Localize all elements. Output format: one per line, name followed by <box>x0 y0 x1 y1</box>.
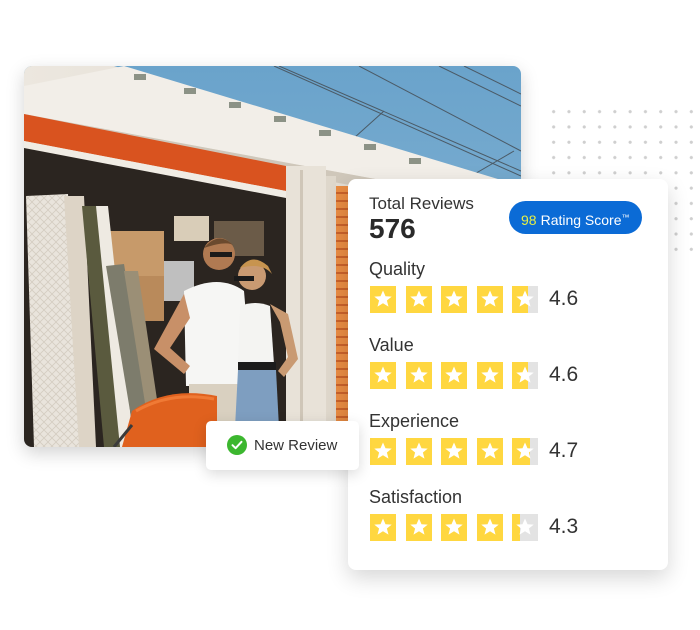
rating-value: 4.6 <box>549 287 579 310</box>
star-icon <box>405 286 432 313</box>
star-glyph <box>409 290 428 307</box>
star-icon <box>512 514 538 541</box>
star-icon <box>370 286 396 313</box>
rating-row-value: Value 4.6 <box>369 335 649 395</box>
star-icon <box>441 286 467 313</box>
star-glyph <box>374 442 392 459</box>
star-glyph <box>480 442 499 459</box>
star-glyph <box>409 366 428 383</box>
rating-value: 4.6 <box>549 363 579 386</box>
star-glyph <box>374 366 392 383</box>
rating-row-experience: Experience 4.7 <box>369 411 649 471</box>
rating-name: Value <box>369 335 414 355</box>
total-reviews-label: Total Reviews <box>369 194 474 213</box>
rating-name: Experience <box>369 411 460 431</box>
star-icon <box>512 438 538 465</box>
check-circle-icon <box>227 435 247 455</box>
star-icon <box>476 514 503 541</box>
star-icon <box>370 362 396 389</box>
rating-name: Satisfaction <box>369 487 463 507</box>
star-icon <box>476 362 503 389</box>
rating-row-satisfaction: Satisfaction 4.3 <box>369 487 649 547</box>
star-icon <box>370 514 396 541</box>
star-glyph <box>409 442 428 459</box>
star-glyph <box>480 518 499 535</box>
total-reviews-count: 576 <box>369 213 416 244</box>
trademark-symbol: ™ <box>621 213 630 222</box>
rating-score-label: Rating Score <box>540 212 622 228</box>
star-icon <box>441 362 467 389</box>
rating-name: Quality <box>369 259 426 279</box>
star-icon <box>476 286 503 313</box>
rating-row-quality: Quality 4.6 <box>369 259 649 319</box>
star-icon <box>441 514 467 541</box>
star-icon <box>370 438 396 465</box>
star-glyph <box>445 518 463 535</box>
star-icon <box>405 438 432 465</box>
star-glyph <box>480 290 499 307</box>
rating-score-value: 98 <box>521 212 537 228</box>
star-glyph <box>516 366 534 383</box>
star-glyph <box>516 290 534 307</box>
star-icon <box>512 286 538 313</box>
star-icon <box>405 514 432 541</box>
star-icon <box>512 362 538 389</box>
star-glyph <box>480 366 499 383</box>
star-glyph <box>516 518 534 535</box>
star-glyph <box>374 290 392 307</box>
rating-score-badge[interactable]: 98 Rating Score™ <box>509 201 642 234</box>
star-glyph <box>409 518 428 535</box>
star-glyph <box>445 290 463 307</box>
star-glyph <box>516 442 534 459</box>
rating-value: 4.3 <box>549 515 579 538</box>
reviews-card: Total Reviews 576 98 Rating Score™ Qualit… <box>348 179 668 570</box>
star-icon <box>476 438 503 465</box>
new-review-toast[interactable]: New Review <box>206 421 359 470</box>
new-review-label: New Review <box>254 437 338 454</box>
star-glyph <box>445 366 463 383</box>
star-glyph <box>445 442 463 459</box>
star-icon <box>405 362 432 389</box>
star-icon <box>441 438 467 465</box>
star-glyph <box>374 518 392 535</box>
rating-value: 4.7 <box>549 439 579 462</box>
